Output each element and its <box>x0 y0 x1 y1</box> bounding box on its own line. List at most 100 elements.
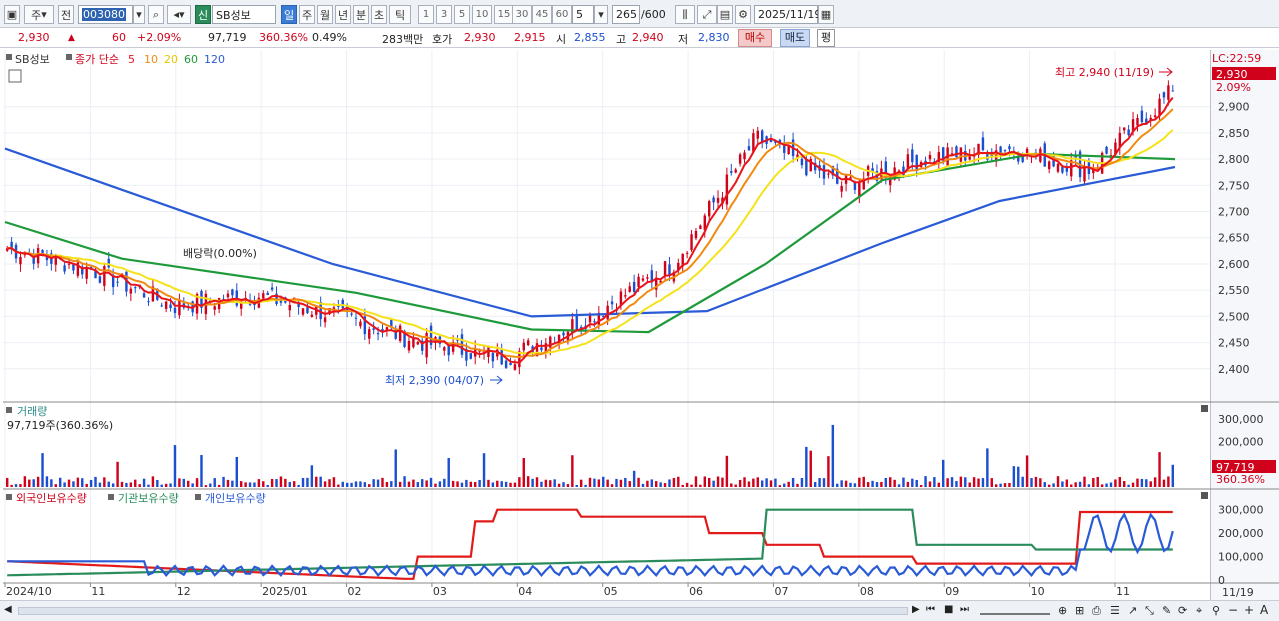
volume-bar <box>368 484 371 487</box>
font-size-icon[interactable]: A <box>1260 603 1268 617</box>
volume-bar <box>1052 483 1055 487</box>
gear-icon[interactable]: ⚙ <box>735 5 751 24</box>
stock-name-field[interactable]: SB성보 <box>212 5 276 24</box>
first-icon[interactable]: ⏮ <box>926 604 935 615</box>
interval-15[interactable]: 15 <box>494 5 514 24</box>
panel-close-icon[interactable] <box>1201 405 1208 412</box>
interval-dropdown[interactable]: ▾ <box>594 5 608 24</box>
count-input[interactable]: 265 <box>612 5 640 24</box>
save-icon[interactable]: ▤ <box>717 5 733 24</box>
candle-body <box>226 293 230 298</box>
layout-icon[interactable]: ⊞ <box>1075 604 1084 617</box>
candle-body <box>239 303 243 309</box>
code-dropdown[interactable]: ▾ <box>133 5 145 24</box>
x-tick-label: 02 <box>348 585 362 598</box>
zoom-in-icon[interactable]: ⊕ <box>1058 604 1067 617</box>
volume-bar <box>363 482 367 487</box>
volume-bar <box>774 478 777 487</box>
volume-bar <box>500 481 503 487</box>
y-tick-label: 2,400 <box>1218 363 1250 376</box>
period-second[interactable]: 초 <box>371 5 387 24</box>
candle-body <box>593 321 596 323</box>
change-value: 60 <box>112 31 126 44</box>
volume-bar <box>990 478 993 487</box>
volume-bar <box>231 480 234 487</box>
volume-bar <box>359 481 362 487</box>
volume-bar <box>615 478 618 487</box>
average-button[interactable]: 평 <box>817 29 835 47</box>
volume-bar <box>1162 479 1166 487</box>
interval-60[interactable]: 60 <box>552 5 572 24</box>
play-icon[interactable]: ⏭ <box>960 604 969 615</box>
print-icon[interactable]: ⎙ <box>1092 604 1101 618</box>
legend-institution: 기관보유수량 <box>118 492 179 505</box>
scroll-left-icon[interactable]: ◀ <box>4 604 12 615</box>
volume-bar <box>822 478 826 487</box>
table-icon[interactable] <box>8 69 22 83</box>
volume-bar <box>1012 466 1016 487</box>
scrollbar[interactable] <box>18 607 908 615</box>
search-zoom-icon[interactable]: ⚲ <box>1212 604 1220 617</box>
interval-10[interactable]: 10 <box>472 5 492 24</box>
calendar-icon[interactable]: ▦ <box>818 5 834 24</box>
volume-bar <box>1131 482 1135 487</box>
interval-input[interactable]: 5 <box>572 5 594 24</box>
candle-body <box>1136 117 1139 126</box>
candle-body <box>716 197 720 203</box>
volume-bar <box>1109 482 1113 487</box>
candle-type-icon[interactable]: ⫼ <box>675 5 695 24</box>
refresh-icon[interactable]: ⟳ <box>1178 604 1187 617</box>
volume-bar <box>36 476 40 487</box>
sell-button[interactable]: 매도 <box>780 29 810 47</box>
volume-bar <box>972 477 976 487</box>
interval-45[interactable]: 45 <box>532 5 552 24</box>
interval-3[interactable]: 3 <box>436 5 452 24</box>
candle-body <box>730 171 733 173</box>
volume-bar <box>195 478 199 487</box>
pen-icon[interactable]: ✎ <box>1162 604 1171 617</box>
buy-button[interactable]: 매수 <box>738 29 772 47</box>
volume-bar <box>685 482 689 487</box>
date-input[interactable]: 2025/11/19 <box>754 5 821 24</box>
window-icon[interactable]: ▣ <box>4 5 20 24</box>
interval-5[interactable]: 5 <box>454 5 470 24</box>
crosshair-icon[interactable]: ⤢ <box>697 5 717 24</box>
trend-icon[interactable]: ↗ <box>1128 604 1137 617</box>
period-week[interactable]: 주 <box>299 5 315 24</box>
period-month[interactable]: 월 <box>317 5 333 24</box>
period-minute[interactable]: 분 <box>353 5 369 24</box>
search-icon[interactable]: ⌕ <box>148 5 164 24</box>
minus-icon[interactable]: − <box>1228 603 1238 617</box>
volume-bar <box>937 482 941 487</box>
interval-1[interactable]: 1 <box>418 5 434 24</box>
zoom-slider[interactable] <box>980 605 1050 615</box>
volume-title: 거래량 <box>17 405 47 418</box>
candle-body <box>646 277 649 279</box>
speaker-icon[interactable]: ◂▾ <box>167 5 191 24</box>
legend-ma20: 20 <box>164 53 178 66</box>
stock-code-input[interactable]: 003080 <box>78 5 133 24</box>
cursor-icon[interactable]: ⌖ <box>1196 604 1202 618</box>
period-day[interactable]: 일 <box>281 5 297 24</box>
volume-bar <box>1008 482 1011 487</box>
interval-30[interactable]: 30 <box>512 5 532 24</box>
period-tick[interactable]: 틱 <box>389 5 411 24</box>
volume-bar <box>443 478 446 487</box>
volume-bar <box>893 479 896 487</box>
candle-body <box>800 158 804 166</box>
volume-bar <box>1083 476 1086 487</box>
plus-icon[interactable]: + <box>1244 603 1254 617</box>
volume-bar <box>262 481 265 487</box>
legend-bullet <box>6 494 12 500</box>
panel-close-icon[interactable] <box>1201 492 1208 499</box>
list-icon[interactable]: ☰ <box>1110 604 1120 617</box>
price-chart[interactable]: SB성보 종가 단순 5 10 20 60 120 최고 2,940 (11/1… <box>3 50 1210 600</box>
period-select[interactable]: 주 ▾ <box>24 5 54 24</box>
volume-bar <box>85 483 88 487</box>
scroll-right-icon[interactable]: ▶ <box>912 604 920 615</box>
period-year[interactable]: 년 <box>335 5 351 24</box>
stop-icon[interactable]: ■ <box>944 604 953 615</box>
diagonal-icon[interactable]: ⤡ <box>1145 604 1154 618</box>
volume-bar <box>288 482 291 487</box>
prev-button[interactable]: 전 <box>58 5 74 24</box>
